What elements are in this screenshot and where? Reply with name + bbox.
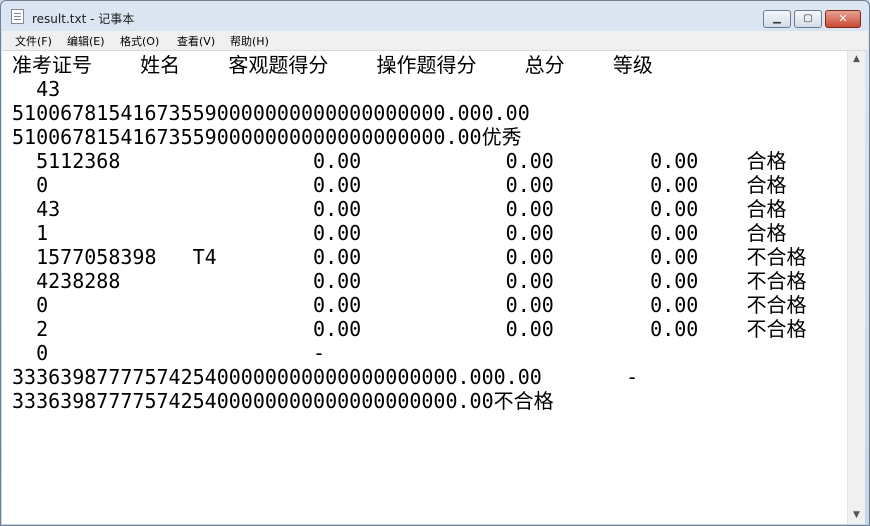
text-line-header: 准考证号 姓名 客观题得分 操作题得分 总分 等级 — [12, 53, 653, 77]
notepad-window: result.txt - 记事本 ▁ ▢ ✕ 文件(F) 编辑(E) 格式(O)… — [0, 0, 870, 526]
menu-view[interactable]: 查看(V) — [177, 33, 215, 49]
text-line: 43 0.00 0.00 0.00 合格 — [12, 197, 787, 221]
close-icon: ✕ — [838, 12, 848, 25]
maximize-button[interactable]: ▢ — [794, 10, 822, 28]
text-line: 3336398777757425400000000000000000000.00… — [12, 365, 639, 389]
text-line: 510067815416735590000000000000000000.00优… — [12, 125, 522, 149]
menu-file[interactable]: 文件(F) — [15, 33, 52, 49]
text-line: 2 0.00 0.00 0.00 不合格 — [12, 317, 807, 341]
text-content[interactable]: 准考证号 姓名 客观题得分 操作题得分 总分 等级 43 51006781541… — [12, 53, 807, 413]
text-line: 1577058398 T4 0.00 0.00 0.00 不合格 — [12, 245, 807, 269]
scroll-up-icon[interactable]: ▲ — [848, 51, 865, 68]
menu-format[interactable]: 格式(O) — [120, 33, 159, 49]
maximize-icon: ▢ — [803, 13, 813, 24]
text-line: 0 - — [12, 341, 326, 365]
minimize-icon: ▁ — [773, 13, 781, 24]
window-title: result.txt - 记事本 — [32, 12, 135, 26]
vertical-scrollbar[interactable]: ▲ ▼ — [847, 51, 865, 524]
menu-bar: 文件(F) 编辑(E) 格式(O) 查看(V) 帮助(H) — [2, 31, 868, 51]
text-line: 0 0.00 0.00 0.00 合格 — [12, 173, 787, 197]
text-line: 43 — [12, 77, 61, 101]
minimize-button[interactable]: ▁ — [763, 10, 791, 28]
close-button[interactable]: ✕ — [825, 10, 861, 28]
text-line: 4238288 0.00 0.00 0.00 不合格 — [12, 269, 807, 293]
text-line: 0 0.00 0.00 0.00 不合格 — [12, 293, 807, 317]
menu-edit[interactable]: 编辑(E) — [67, 33, 105, 49]
title-bar[interactable]: result.txt - 记事本 ▁ ▢ ✕ — [1, 1, 869, 31]
text-line: 1 0.00 0.00 0.00 合格 — [12, 221, 787, 245]
text-line: 3336398777757425400000000000000000000.00… — [12, 389, 554, 413]
scroll-down-icon[interactable]: ▼ — [848, 507, 865, 524]
menu-help[interactable]: 帮助(H) — [230, 33, 269, 49]
text-line: 510067815416735590000000000000000000.000… — [12, 101, 530, 125]
text-editor-area[interactable]: 准考证号 姓名 客观题得分 操作题得分 总分 等级 43 51006781541… — [2, 51, 847, 524]
notepad-icon — [11, 9, 24, 24]
text-line: 5112368 0.00 0.00 0.00 合格 — [12, 149, 787, 173]
